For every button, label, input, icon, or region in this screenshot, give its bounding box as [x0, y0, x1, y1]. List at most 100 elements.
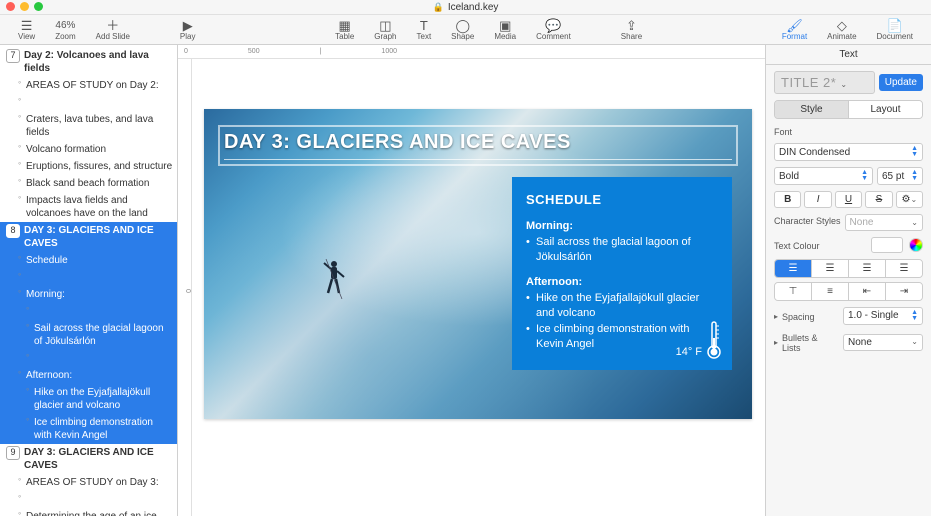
play-button[interactable]: ▶Play — [180, 19, 196, 41]
disclosure-triangle-icon[interactable]: ▸ — [774, 338, 778, 347]
zoom-button[interactable]: 46%Zoom — [55, 19, 75, 41]
style-tab[interactable]: Style — [775, 101, 848, 118]
minimize-window-button[interactable] — [20, 2, 29, 11]
window-titlebar: 🔒 Iceland.key — [0, 0, 931, 15]
format-button[interactable]: 🖌Format — [782, 19, 807, 41]
outline-item[interactable]: Schedule — [0, 252, 177, 269]
schedule-box[interactable]: SCHEDULE Morning: Sail across the glacia… — [512, 177, 732, 370]
table-button[interactable]: ▦Table — [335, 19, 354, 41]
share-icon: ⇪ — [626, 19, 637, 32]
shape-button[interactable]: ◯Shape — [451, 19, 474, 41]
outline-item[interactable]: AREAS OF STUDY on Day 3: — [0, 474, 177, 491]
outline-item[interactable] — [0, 491, 177, 508]
horizontal-ruler[interactable]: 0 500 | 1000 — [178, 45, 765, 59]
outdent-button[interactable]: ⇤ — [848, 283, 885, 300]
font-label: Font — [774, 127, 923, 137]
align-left-button[interactable]: ☰ — [775, 260, 811, 277]
slide[interactable]: DAY 3: GLACIERS AND ICE CAVES SCHEDULE M… — [204, 109, 752, 419]
outline-sidebar[interactable]: 7Day 2: Volcanoes and lava fields AREAS … — [0, 45, 178, 516]
thermometer-icon — [706, 320, 722, 360]
style-layout-segment: Style Layout — [774, 100, 923, 119]
add-slide-button[interactable]: ＋Add Slide — [96, 19, 130, 41]
bold-button[interactable]: B — [774, 191, 801, 208]
outline-item[interactable]: Hike on the Eyjafjallajökull glacier and… — [0, 384, 177, 414]
bullets-dropdown[interactable]: None⌄ — [843, 334, 923, 351]
update-style-button[interactable]: Update — [879, 74, 923, 91]
schedule-item: Sail across the glacial lagoon of Jökuls… — [526, 235, 718, 266]
graph-button[interactable]: ◫Graph — [374, 19, 396, 41]
document-icon: 📄 — [887, 19, 903, 32]
valign-middle-button[interactable]: ≡ — [811, 283, 848, 300]
align-justify-button[interactable]: ☰ — [885, 260, 922, 277]
animate-button[interactable]: ◇Animate — [827, 19, 856, 41]
font-weight-dropdown[interactable]: Bold▲▼ — [774, 167, 873, 185]
outline-item[interactable]: Determining the age of an ice cave — [0, 508, 177, 516]
text-button[interactable]: TText — [417, 19, 432, 41]
text-icon: T — [420, 19, 428, 32]
indent-button[interactable]: ⇥ — [885, 283, 922, 300]
outline-item[interactable]: AREAS OF STUDY on Day 2: — [0, 77, 177, 94]
spacing-dropdown[interactable]: 1.0 - Single▲▼ — [843, 307, 923, 325]
fullscreen-window-button[interactable] — [34, 2, 43, 11]
comment-button[interactable]: 💬Comment — [536, 19, 571, 41]
char-styles-label: Character Styles — [774, 216, 841, 231]
animate-icon: ◇ — [837, 19, 847, 32]
text-color-label: Text Colour — [774, 241, 820, 251]
outline-item[interactable] — [0, 350, 177, 367]
climber-figure — [322, 259, 346, 299]
slide-title-textbox[interactable]: DAY 3: GLACIERS AND ICE CAVES — [224, 131, 732, 160]
outline-slide-9[interactable]: 9DAY 3: GLACIERS AND ICE CAVES — [0, 444, 177, 474]
inspector-tab-text[interactable]: Text — [766, 45, 931, 65]
bullets-label: Bullets & Lists — [782, 333, 835, 353]
underline-button[interactable]: U — [835, 191, 862, 208]
strikethrough-button[interactable]: S — [865, 191, 892, 208]
outline-item[interactable]: Impacts lava fields and volcanoes have o… — [0, 192, 177, 222]
outline-slide-7[interactable]: 7Day 2: Volcanoes and lava fields — [0, 47, 177, 77]
font-size-stepper[interactable]: 65 pt▲▼ — [877, 167, 923, 185]
text-color-well[interactable] — [871, 237, 903, 253]
chevron-down-icon: ⌄ — [911, 337, 918, 348]
outline-item[interactable]: Black sand beach formation — [0, 175, 177, 192]
media-button[interactable]: ▣Media — [494, 19, 516, 41]
outline-item[interactable] — [0, 94, 177, 111]
updown-icon: ▲▼ — [911, 310, 918, 322]
updown-icon: ▲▼ — [861, 170, 868, 182]
outline-item[interactable]: Ice climbing demonstration with Kevin An… — [0, 414, 177, 444]
media-icon: ▣ — [499, 19, 511, 32]
slide-stage[interactable]: DAY 3: GLACIERS AND ICE CAVES SCHEDULE M… — [192, 59, 765, 516]
indent-segment: ⊤ ≡ ⇤ ⇥ — [774, 282, 923, 301]
valign-top-button[interactable]: ⊤ — [775, 283, 811, 300]
outline-item[interactable]: Sail across the glacial lagoon of Jökuls… — [0, 320, 177, 350]
char-styles-dropdown[interactable]: None⌄ — [845, 214, 923, 231]
outline-item[interactable]: Morning: — [0, 286, 177, 303]
slide-canvas: 0 500 | 1000 0 DAY 3: GLACIERS AND ICE C… — [178, 45, 765, 516]
close-window-button[interactable] — [6, 2, 15, 11]
document-button[interactable]: 📄Document — [877, 19, 913, 41]
paragraph-style-dropdown[interactable]: TITLE 2* ⌄ — [774, 71, 875, 94]
plus-icon: ＋ — [106, 19, 119, 32]
align-center-button[interactable]: ☰ — [811, 260, 848, 277]
italic-button[interactable]: I — [804, 191, 831, 208]
outline-item[interactable]: Afternoon: — [0, 367, 177, 384]
layout-tab[interactable]: Layout — [848, 101, 922, 118]
morning-heading: Morning: — [526, 219, 718, 234]
outline-item[interactable]: Craters, lava tubes, and lava fields — [0, 111, 177, 141]
table-icon: ▦ — [339, 19, 351, 32]
temperature: 14° F — [676, 345, 702, 360]
color-wheel-button[interactable] — [909, 238, 923, 252]
share-button[interactable]: ⇪Share — [621, 19, 642, 41]
outline-slide-8[interactable]: 8DAY 3: GLACIERS AND ICE CAVES — [0, 222, 177, 252]
font-family-dropdown[interactable]: DIN Condensed▲▼ — [774, 143, 923, 161]
align-right-button[interactable]: ☰ — [848, 260, 885, 277]
schedule-heading: SCHEDULE — [526, 191, 718, 209]
view-button[interactable]: ☰View — [18, 19, 35, 41]
vertical-ruler[interactable]: 0 — [178, 59, 192, 516]
outline-item[interactable] — [0, 303, 177, 320]
disclosure-triangle-icon[interactable]: ▸ — [774, 312, 778, 321]
comment-icon: 💬 — [545, 19, 561, 32]
updown-icon: ▲▼ — [911, 170, 918, 182]
outline-item[interactable]: Eruptions, fissures, and structure — [0, 158, 177, 175]
outline-item[interactable]: Volcano formation — [0, 141, 177, 158]
advanced-options-button[interactable]: ⚙⌄ — [896, 191, 923, 208]
outline-item[interactable] — [0, 269, 177, 286]
